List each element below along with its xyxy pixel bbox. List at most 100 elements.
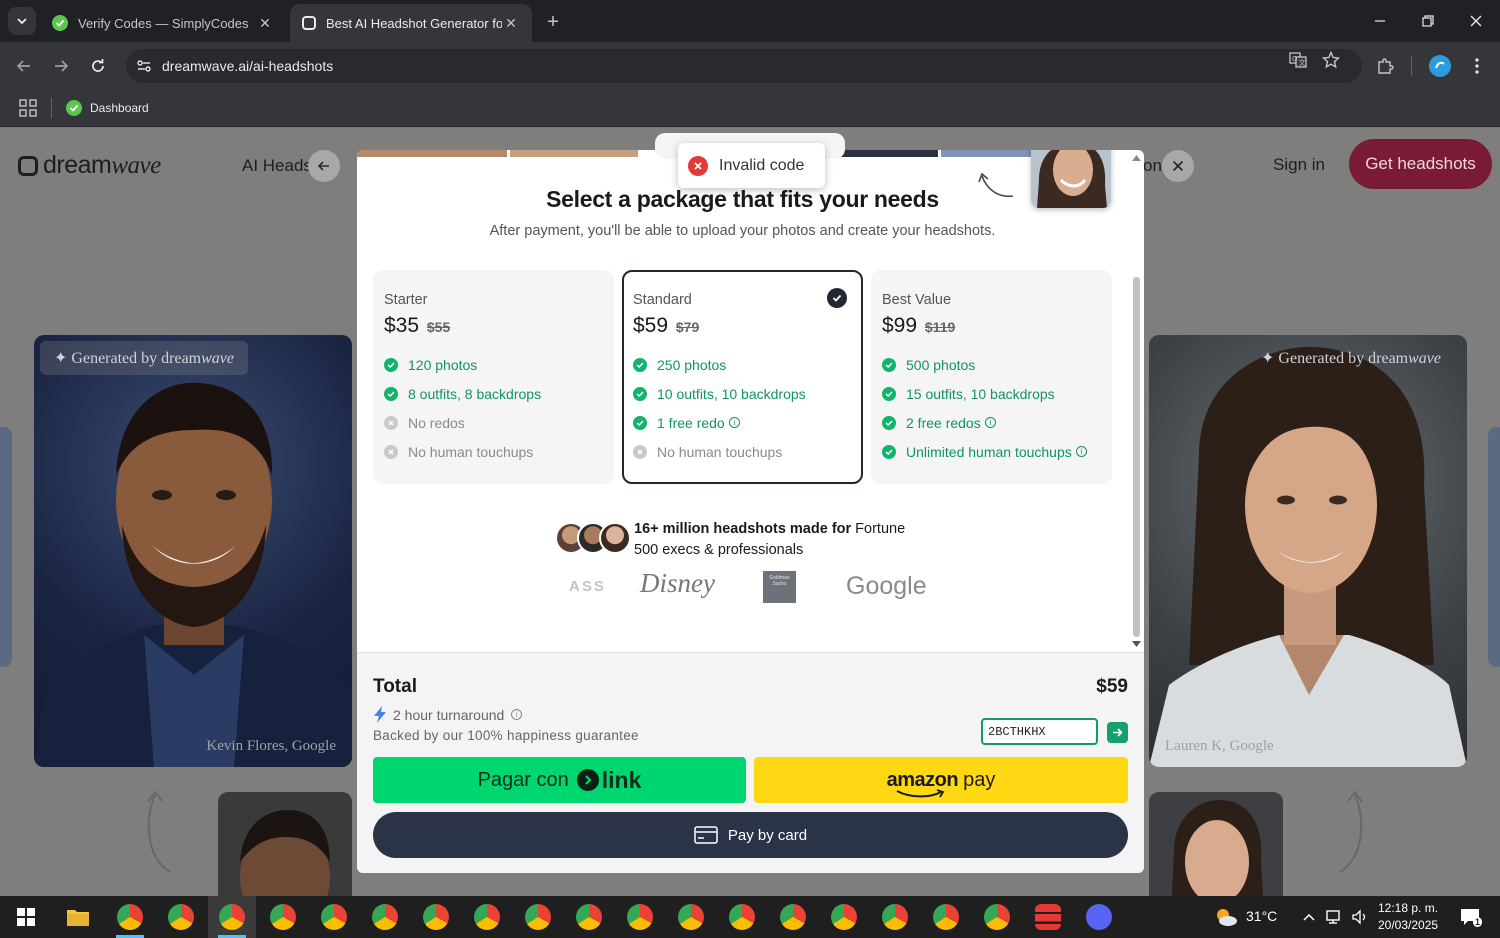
bookmark-star-icon[interactable] xyxy=(1322,51,1340,69)
thumbnail-card[interactable] xyxy=(1149,792,1283,896)
feature-text: No human touchups xyxy=(408,443,534,460)
profile-avatar-button[interactable] xyxy=(1426,52,1454,80)
carousel-prev-button[interactable] xyxy=(308,150,340,182)
chrome-menu-button[interactable] xyxy=(1463,52,1491,80)
taskbar-chrome-3[interactable] xyxy=(208,896,256,938)
taskbar-file-explorer[interactable] xyxy=(54,896,102,938)
info-icon[interactable]: i xyxy=(1075,446,1087,457)
headshot-woman-image xyxy=(1149,346,1467,767)
apps-grid-icon[interactable] xyxy=(19,99,37,117)
thumbnail-man-image xyxy=(240,810,330,896)
bookmark-dashboard[interactable]: Dashboard xyxy=(66,96,149,120)
taskbar-chrome-15[interactable] xyxy=(820,896,868,938)
feature-item: 8 outfits, 8 backdrops xyxy=(384,379,604,408)
info-icon[interactable]: i xyxy=(511,709,523,720)
chrome-icon xyxy=(423,904,449,930)
feature-text: No human touchups xyxy=(657,443,783,460)
taskbar-chrome-1[interactable] xyxy=(106,896,154,938)
taskbar-app-red[interactable] xyxy=(1024,896,1072,938)
taskbar-chrome-9[interactable] xyxy=(514,896,562,938)
chevron-down-icon xyxy=(17,18,27,25)
avatar-stack xyxy=(555,522,635,556)
headshot-man-image xyxy=(34,382,352,767)
taskbar-chrome-2[interactable] xyxy=(157,896,205,938)
sign-in-link[interactable]: Sign in xyxy=(1273,155,1325,175)
taskbar-chrome-4[interactable] xyxy=(259,896,307,938)
notification-count: 1 xyxy=(1472,917,1482,927)
tab-verify-codes[interactable]: Verify Codes — SimplyCodes ✕ xyxy=(40,4,286,42)
info-icon[interactable]: i xyxy=(984,417,996,428)
restore-button[interactable] xyxy=(1404,0,1452,42)
chrome-icon xyxy=(678,904,704,930)
package-card-standard[interactable]: Standard $59 $79 250 photos 10 outfits, … xyxy=(622,270,863,484)
notification-center-button[interactable]: 1 xyxy=(1458,907,1482,927)
feature-item: 2 free redos i xyxy=(882,408,1102,437)
taskbar-chrome-8[interactable] xyxy=(463,896,511,938)
modal-scrollbar[interactable] xyxy=(1131,155,1142,650)
nav-link-ai-headshots[interactable]: AI Heads xyxy=(242,156,312,176)
taskbar-chrome-7[interactable] xyxy=(412,896,460,938)
taskbar-chrome-5[interactable] xyxy=(310,896,358,938)
minimize-button[interactable] xyxy=(1356,0,1404,42)
taskbar-chrome-10[interactable] xyxy=(565,896,613,938)
taskbar-chrome-11[interactable] xyxy=(616,896,664,938)
address-bar[interactable] xyxy=(126,49,1362,83)
new-tab-button[interactable]: + xyxy=(540,9,566,35)
weather-temperature[interactable]: 31°C xyxy=(1246,908,1277,924)
headshot-card-left[interactable]: ✦ Generated by dreamwave Kevin Flores, G… xyxy=(34,335,352,767)
nav-link-fragment[interactable]: on xyxy=(1143,156,1162,176)
package-card-best-value[interactable]: Best Value $99 $119 500 photos 15 outfit… xyxy=(871,270,1112,484)
translate-icon[interactable]: G文 xyxy=(1289,51,1307,69)
network-icon[interactable] xyxy=(1325,907,1345,927)
reload-button[interactable] xyxy=(84,52,112,80)
volume-icon[interactable] xyxy=(1350,907,1370,927)
tab-search-button[interactable] xyxy=(8,7,36,35)
taskbar-clock[interactable]: 12:18 p. m. 20/03/2025 xyxy=(1378,900,1438,934)
taskbar-chrome-16[interactable] xyxy=(871,896,919,938)
reload-icon xyxy=(92,59,104,72)
pay-with-link-button[interactable]: Pagar con link xyxy=(373,757,746,803)
promo-code-input[interactable] xyxy=(981,718,1098,745)
feature-text: 15 outfits, 10 backdrops xyxy=(906,385,1055,402)
taskbar-chrome-14[interactable] xyxy=(769,896,817,938)
clock-time: 12:18 p. m. xyxy=(1378,901,1439,915)
scroll-up-arrow-icon[interactable] xyxy=(1132,155,1141,161)
taskbar-chrome-12[interactable] xyxy=(667,896,715,938)
chrome-icon xyxy=(933,904,959,930)
thumbnail-card[interactable] xyxy=(218,792,352,896)
tab-close-icon[interactable]: ✕ xyxy=(256,14,274,32)
package-card-starter[interactable]: Starter $35 $55 120 photos 8 outfits, 8 … xyxy=(373,270,614,484)
dreamwave-favicon-icon xyxy=(302,16,316,30)
tab-close-icon[interactable]: ✕ xyxy=(502,14,520,32)
extensions-button[interactable] xyxy=(1371,52,1399,80)
info-icon[interactable]: i xyxy=(728,417,740,428)
scroll-down-arrow-icon[interactable] xyxy=(1132,641,1141,647)
taskbar-app-discord[interactable] xyxy=(1075,896,1123,938)
close-icon xyxy=(1470,15,1482,27)
curved-arrow-icon xyxy=(1339,790,1363,873)
feature-text: 500 photos xyxy=(906,356,976,373)
taskbar-chrome-17[interactable] xyxy=(922,896,970,938)
taskbar-chrome-6[interactable] xyxy=(361,896,409,938)
get-headshots-button[interactable]: Get headshots xyxy=(1349,139,1492,189)
tray-overflow-chevron-icon[interactable] xyxy=(1299,907,1319,927)
start-button[interactable] xyxy=(0,896,52,938)
apply-promo-button[interactable] xyxy=(1107,722,1128,743)
headshot-card-right[interactable]: ✦ Generated by dreamwave Lauren K, Googl… xyxy=(1149,335,1467,767)
dreamwave-logo[interactable]: dream wave xyxy=(18,151,161,180)
check-circle-icon xyxy=(882,415,896,430)
weather-icon[interactable] xyxy=(1214,907,1238,927)
close-window-button[interactable] xyxy=(1452,0,1500,42)
tab-dreamwave[interactable]: Best AI Headshot Generator for ✕ xyxy=(290,4,532,42)
site-info-icon[interactable] xyxy=(126,58,162,74)
feature-text: 2 free redos xyxy=(906,414,981,431)
close-modal-button[interactable] xyxy=(1162,150,1194,182)
taskbar-chrome-18[interactable] xyxy=(973,896,1021,938)
taskbar-chrome-13[interactable] xyxy=(718,896,766,938)
scrollbar-thumb[interactable] xyxy=(1133,277,1140,637)
forward-button[interactable] xyxy=(47,52,75,80)
back-button[interactable] xyxy=(10,52,38,80)
url-input[interactable] xyxy=(162,58,1362,74)
pay-by-card-button[interactable]: Pay by card xyxy=(373,812,1128,858)
amazon-pay-button[interactable]: amazon pay xyxy=(754,757,1128,803)
